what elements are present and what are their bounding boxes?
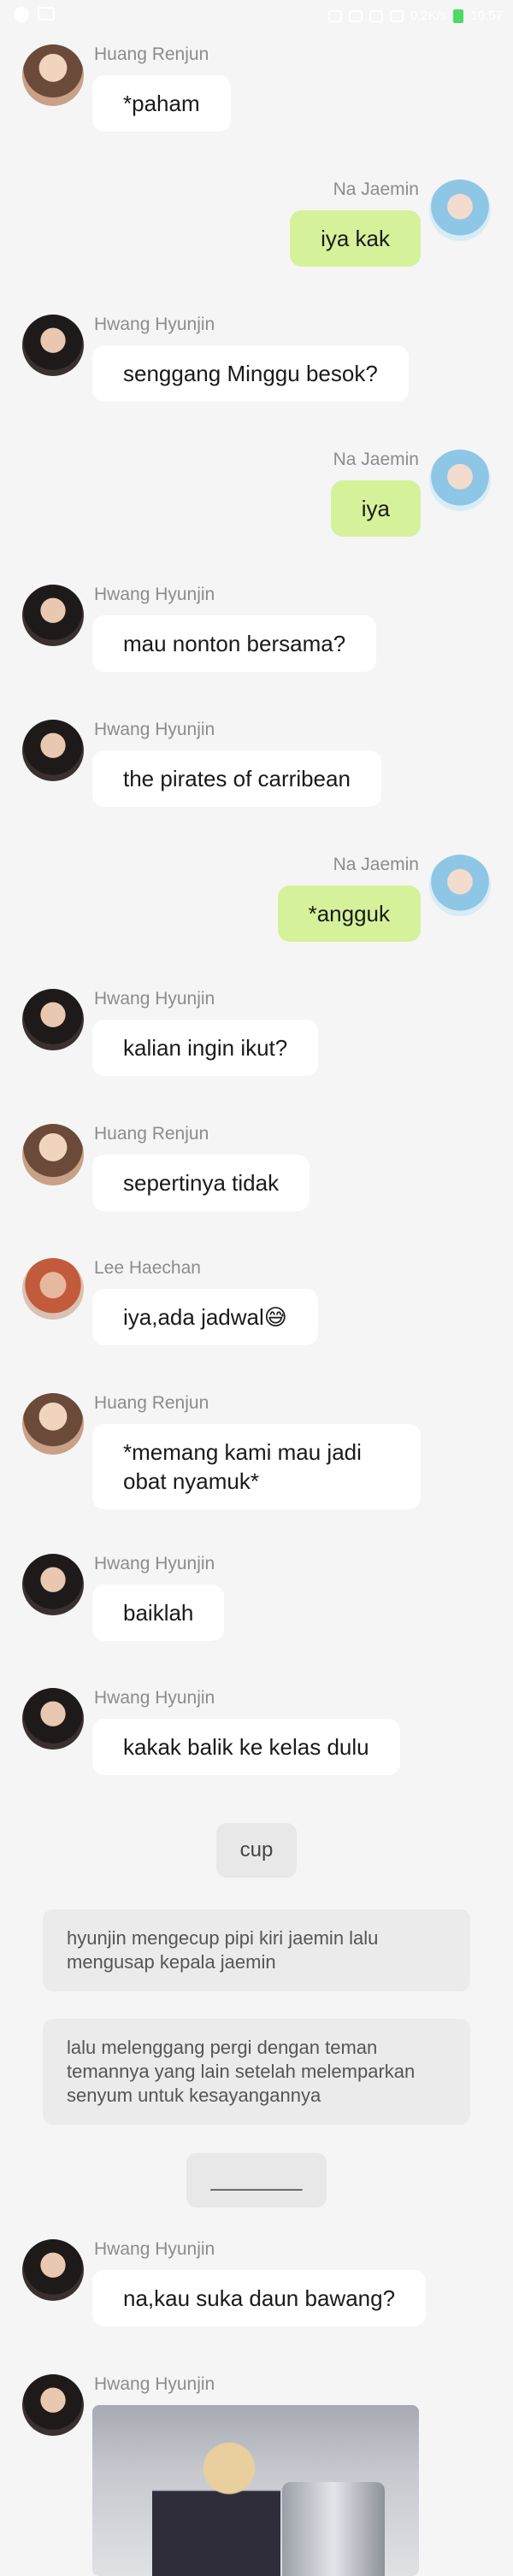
message-bubble[interactable]: iya [330, 480, 421, 537]
message-bubble[interactable]: *memang kami mau jadi obat nyamuk* [92, 1424, 421, 1509]
sender-name: Hwang Hyunjin [94, 2374, 215, 2394]
status-bar: 0,2K/s 10:57 [0, 0, 513, 34]
avatar[interactable] [22, 1258, 84, 1320]
message-bubble[interactable]: senggang Minggu besok? [92, 345, 409, 402]
sender-name: Hwang Hyunjin [94, 1688, 215, 1708]
sender-name: Lee Haechan [94, 1258, 201, 1278]
clock: 10:57 [470, 9, 503, 23]
message-bubble[interactable]: iya,ada jadwal😅 [92, 1289, 318, 1345]
avatar[interactable] [22, 1554, 84, 1615]
sender-name: Hwang Hyunjin [94, 2239, 215, 2259]
sender-name: Hwang Hyunjin [94, 989, 215, 1009]
sender-name: Hwang Hyunjin [94, 720, 215, 739]
avatar[interactable] [429, 450, 491, 511]
message-bubble[interactable]: *paham [92, 75, 231, 132]
avatar[interactable] [22, 1124, 84, 1185]
photo-pot [282, 2482, 385, 2576]
sender-name: Na Jaemin [333, 450, 419, 469]
sender-name: Hwang Hyunjin [94, 315, 215, 334]
message-bubble[interactable]: mau nonton bersama? [92, 615, 377, 672]
message-bubble[interactable]: sepertinya tidak [92, 1155, 310, 1211]
message-bubble[interactable]: na,kau suka daun bawang? [92, 2270, 427, 2326]
avatar[interactable] [429, 179, 491, 241]
avatar[interactable] [22, 44, 84, 106]
avatar[interactable] [22, 2239, 84, 2301]
narration-box: lalu melenggang pergi dengan teman teman… [43, 2019, 470, 2125]
message-icon [38, 7, 55, 21]
sender-name: Hwang Hyunjin [94, 585, 215, 604]
status-right: 0,2K/s 10:57 [327, 9, 503, 23]
message-bubble[interactable]: kakak balik ke kelas dulu [92, 1719, 400, 1775]
avatar[interactable] [22, 720, 84, 781]
scene-label: cup [216, 1823, 297, 1878]
sender-name: Na Jaemin [333, 855, 419, 874]
avatar[interactable] [22, 989, 84, 1050]
status-left [14, 7, 55, 22]
avatar[interactable] [429, 855, 491, 916]
avatar[interactable] [22, 2374, 84, 2436]
alarm-icon [348, 9, 363, 22]
sender-name: Huang Renjun [94, 1124, 209, 1144]
message-bubble[interactable]: the pirates of carribean [92, 750, 381, 807]
message-photo[interactable] [92, 2405, 419, 2576]
battery-icon [453, 9, 464, 23]
narration-box: hyunjin mengecup pipi kiri jaemin lalu m… [43, 1909, 470, 1991]
avatar[interactable] [22, 1688, 84, 1750]
message-bubble[interactable]: *angguk [277, 885, 421, 942]
photo-person [152, 2439, 280, 2576]
mute-icon [327, 9, 342, 22]
avatar[interactable] [22, 315, 84, 376]
wifi-icon [369, 9, 383, 22]
signal-icon [389, 9, 404, 22]
message-bubble[interactable]: iya kak [290, 210, 421, 267]
sender-name: Huang Renjun [94, 44, 209, 64]
scene-divider: ________ [186, 2153, 327, 2208]
notification-icon [14, 7, 29, 22]
network-speed: 0,2K/s [410, 9, 447, 23]
sender-name: Na Jaemin [333, 179, 419, 199]
message-bubble[interactable]: kalian ingin ikut? [92, 1020, 319, 1076]
sender-name: Hwang Hyunjin [94, 1554, 215, 1573]
avatar[interactable] [22, 1393, 84, 1455]
sender-name: Huang Renjun [94, 1393, 209, 1413]
message-bubble[interactable]: baiklah [92, 1585, 225, 1641]
avatar[interactable] [22, 585, 84, 646]
